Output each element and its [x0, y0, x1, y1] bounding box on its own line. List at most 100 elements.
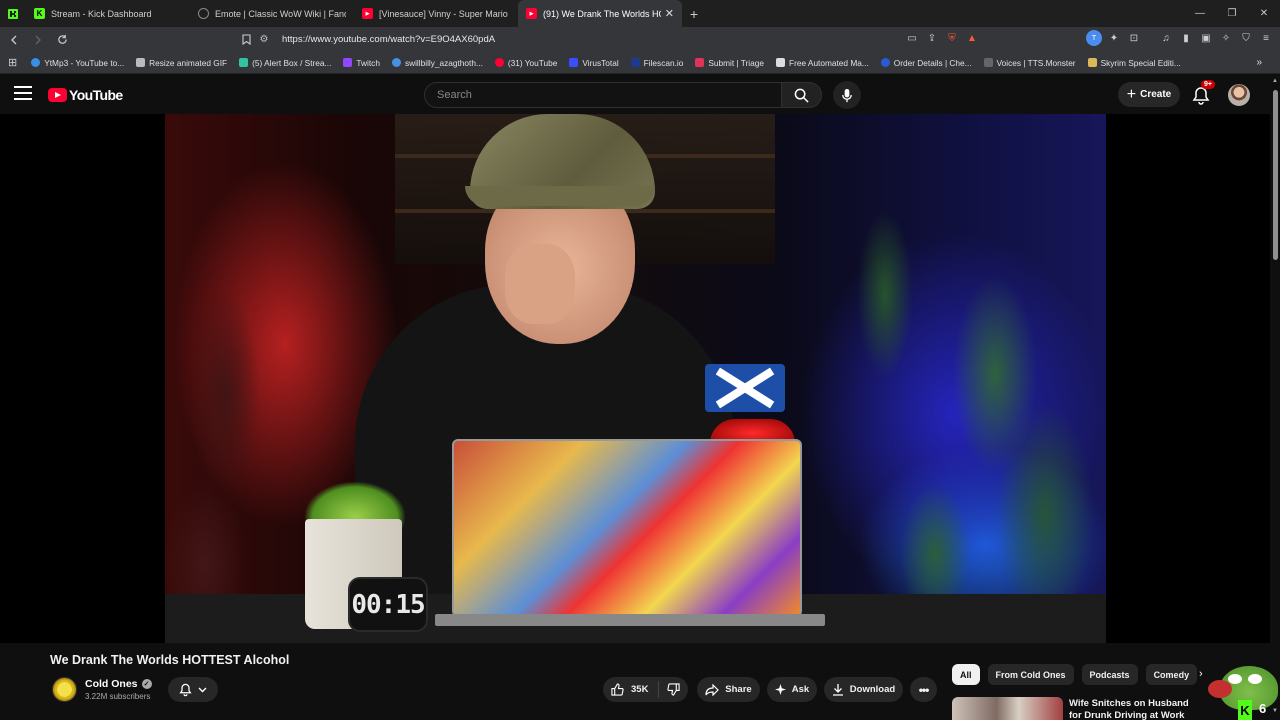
- tab-kick-dashboard[interactable]: K Stream - Kick Dashboard: [26, 0, 190, 27]
- sparkle-icon: [774, 684, 786, 695]
- extension-puzzle-icon[interactable]: ✦: [1106, 30, 1122, 46]
- tab-close-icon[interactable]: ✕: [665, 7, 674, 20]
- channel-avatar[interactable]: [52, 677, 77, 702]
- share-button[interactable]: Share: [697, 677, 760, 702]
- reload-icon[interactable]: [52, 30, 72, 50]
- youtube-logo[interactable]: YouTube: [48, 87, 123, 103]
- recommended-video-title[interactable]: Wife Snitches on Husband for Drunk Drivi…: [1069, 698, 1199, 720]
- bookmark-twitch[interactable]: Twitch: [337, 58, 386, 68]
- brave-shield-icon[interactable]: ⛨: [944, 30, 960, 46]
- search-field[interactable]: [424, 82, 781, 108]
- bookmark-virustotal[interactable]: VirusTotal: [563, 58, 624, 68]
- bookmark-automated[interactable]: Free Automated Ma...: [770, 58, 875, 68]
- screenshot-extension-icon[interactable]: ⊡: [1126, 30, 1142, 46]
- scotland-flag-box: [705, 364, 785, 412]
- bookmark-filescan[interactable]: Filescan.io: [625, 58, 690, 68]
- kick-extension-icon[interactable]: [0, 0, 26, 27]
- bookmark-skyrim[interactable]: Skyrim Special Editi...: [1082, 58, 1187, 68]
- address-bar[interactable]: ⚙ https://www.youtube.com/watch?v=E9O4AX…: [256, 29, 978, 50]
- bookmark-youtube[interactable]: (31) YouTube: [489, 58, 564, 68]
- scroll-up-icon[interactable]: ▲: [1272, 78, 1278, 84]
- search-button[interactable]: [781, 82, 822, 108]
- channel-name[interactable]: Cold Ones: [85, 678, 138, 690]
- ask-button[interactable]: Ask: [767, 677, 817, 702]
- thumbs-up-icon: [611, 683, 624, 696]
- notifications-button[interactable]: 9+: [1190, 80, 1215, 106]
- chip-podcasts[interactable]: Podcasts: [1081, 664, 1138, 685]
- leo-ai-icon[interactable]: ✧: [1218, 30, 1234, 46]
- voice-search-button[interactable]: [833, 81, 861, 109]
- kick-favicon-icon: K: [34, 8, 45, 19]
- bookmark-favicon-icon: [494, 58, 504, 67]
- bookmark-label: Voices | TTS.Monster: [996, 57, 1076, 68]
- scrollbar-thumb[interactable]: [1273, 90, 1278, 260]
- tab-active-youtube[interactable]: ▶ (91) We Drank The Worlds HO ✕: [518, 0, 682, 27]
- bookmark-favicon-icon: [1087, 58, 1097, 67]
- recommended-video-thumbnail[interactable]: [952, 697, 1063, 720]
- share-page-icon[interactable]: ⇪: [924, 30, 940, 46]
- dislike-button[interactable]: [659, 683, 688, 696]
- wallet-icon[interactable]: ▣: [1198, 30, 1214, 46]
- bookmarks-overflow-icon[interactable]: »: [1250, 57, 1268, 68]
- forward-icon[interactable]: [28, 30, 48, 50]
- chip-all[interactable]: All: [952, 664, 980, 685]
- bookmark-favicon-icon: [630, 58, 640, 67]
- minimize-icon[interactable]: —: [1184, 0, 1216, 27]
- bookmark-triage[interactable]: Submit | Triage: [689, 58, 770, 68]
- bookmark-tts-monster[interactable]: Voices | TTS.Monster: [978, 58, 1082, 68]
- share-arrow-icon: [705, 683, 720, 696]
- bookmarks-bar: ⊞ YtMp3 - YouTube to... Resize animated …: [0, 52, 1280, 74]
- back-icon[interactable]: [4, 30, 24, 50]
- bookmark-ytmp3[interactable]: YtMp3 - YouTube to...: [25, 58, 130, 68]
- verified-check-icon: ✓: [141, 679, 152, 689]
- search-icon: [794, 88, 809, 103]
- bookmark-label: Skyrim Special Editi...: [1100, 57, 1181, 68]
- video-player[interactable]: 00:15: [0, 114, 1270, 643]
- close-window-icon[interactable]: ✕: [1248, 0, 1280, 27]
- chips-next-chevron-icon[interactable]: ›: [1199, 668, 1203, 680]
- apps-grid-icon[interactable]: ⊞: [0, 56, 25, 69]
- notification-badge: 9+: [1201, 80, 1215, 89]
- page-scrollbar[interactable]: ▲ ▼: [1270, 74, 1280, 720]
- tab-wow-wiki[interactable]: Emote | Classic WoW Wiki | Fandom: [190, 0, 354, 27]
- chip-from-channel[interactable]: From Cold Ones: [987, 664, 1074, 685]
- bookmark-order-details[interactable]: Order Details | Che...: [875, 58, 978, 68]
- media-controls-icon[interactable]: ♫: [1158, 30, 1174, 46]
- create-button[interactable]: + Create: [1118, 82, 1180, 107]
- bell-icon: [1192, 87, 1210, 105]
- site-settings-icon[interactable]: ⚙: [256, 34, 272, 45]
- bookmark-page-icon[interactable]: [236, 30, 256, 50]
- bookmark-favicon-icon: [695, 58, 705, 67]
- menu-icon[interactable]: ≡: [1258, 30, 1274, 46]
- like-count: 35K: [631, 684, 649, 695]
- restore-icon[interactable]: ❐: [1216, 0, 1248, 27]
- search-input[interactable]: [437, 89, 781, 101]
- like-button[interactable]: 35K: [603, 681, 659, 698]
- account-avatar[interactable]: [1228, 84, 1250, 106]
- subscription-notifications-button[interactable]: [168, 677, 218, 702]
- more-actions-button[interactable]: •••: [910, 677, 937, 702]
- brave-rewards-icon[interactable]: ▲: [964, 30, 980, 46]
- new-tab-button[interactable]: +: [682, 0, 706, 27]
- bookmark-resize-gif[interactable]: Resize animated GIF: [130, 58, 233, 68]
- omnibox-actions: ▭ ⇪ ⛨ ▲: [904, 30, 980, 46]
- download-button[interactable]: Download: [824, 677, 903, 702]
- bookmark-swillbilly[interactable]: swillbilly_azagthoth...: [386, 58, 489, 68]
- bookmark-alert-box[interactable]: (5) Alert Box / Strea...: [233, 58, 337, 68]
- video-frame[interactable]: 00:15: [165, 114, 1106, 643]
- chip-comedy[interactable]: Comedy: [1145, 664, 1198, 685]
- tab-vinesauce[interactable]: ▶ [Vinesauce] Vinny - Super Mario Wo: [354, 0, 518, 27]
- sidebar-icon[interactable]: ▮: [1178, 30, 1194, 46]
- vpn-icon[interactable]: ⛉: [1238, 30, 1254, 46]
- related-filter-chips: All From Cold Ones Podcasts Comedy: [952, 664, 1198, 685]
- bookmark-label: Twitch: [356, 57, 380, 68]
- channel-name-row[interactable]: Cold Ones ✓: [85, 678, 152, 690]
- create-label: Create: [1140, 89, 1172, 100]
- bookmark-favicon-icon: [136, 58, 146, 67]
- chevron-down-icon: [198, 687, 207, 692]
- right-palm-plant: [795, 134, 1106, 643]
- cast-icon[interactable]: ▭: [904, 30, 920, 46]
- translate-extension-icon[interactable]: T: [1086, 30, 1102, 46]
- hamburger-menu-icon[interactable]: [14, 86, 32, 100]
- left-plant: [165, 244, 325, 643]
